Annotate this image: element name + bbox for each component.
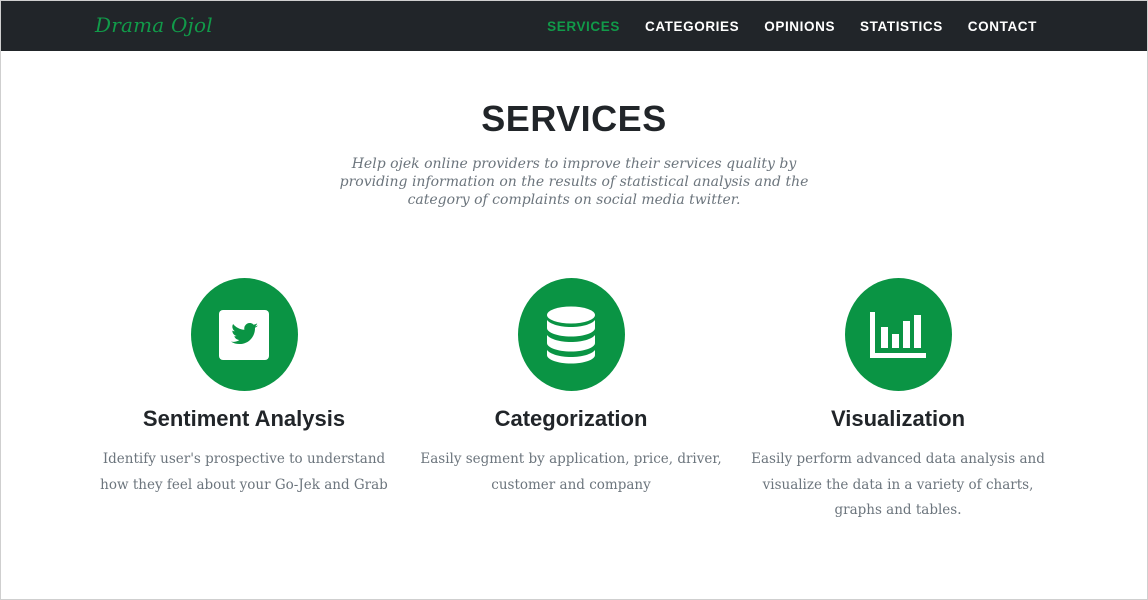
database-icon bbox=[547, 306, 595, 363]
nav-link-categories[interactable]: CATEGORIES bbox=[645, 19, 739, 34]
service-card-visualization: Visualization Easily perform advanced da… bbox=[738, 278, 1058, 524]
brand-logo-link[interactable]: Drama Ojol bbox=[95, 13, 213, 37]
nav-link-opinions[interactable]: OPINIONS bbox=[764, 19, 835, 34]
nav-links: SERVICES CATEGORIES OPINIONS STATISTICS … bbox=[547, 1, 1037, 51]
service-icon-circle bbox=[844, 278, 952, 391]
twitter-icon bbox=[219, 309, 269, 360]
service-description: Easily perform advanced data analysis an… bbox=[751, 451, 1045, 518]
service-icon-circle bbox=[517, 278, 625, 391]
service-description: Identify user's prospective to understan… bbox=[100, 451, 388, 493]
nav-link-services[interactable]: SERVICES bbox=[547, 19, 620, 34]
service-title: Visualization bbox=[830, 406, 966, 431]
service-title: Sentiment Analysis bbox=[142, 406, 346, 431]
service-icon-circle bbox=[190, 278, 298, 391]
service-description: Easily segment by application, price, dr… bbox=[420, 451, 722, 493]
service-card-categorization: Categorization Easily segment by applica… bbox=[411, 278, 731, 498]
service-card-sentiment: Sentiment Analysis Identify user's prosp… bbox=[84, 278, 404, 498]
nav-link-statistics[interactable]: STATISTICS bbox=[860, 19, 943, 34]
nav-link-contact[interactable]: CONTACT bbox=[968, 19, 1037, 34]
section-subheading: Help ojek online providers to improve th… bbox=[339, 156, 809, 208]
service-title: Categorization bbox=[494, 406, 648, 431]
bar-chart-icon bbox=[870, 311, 926, 358]
section-heading: SERVICES bbox=[481, 98, 667, 139]
top-navbar: Drama Ojol SERVICES CATEGORIES OPINIONS … bbox=[1, 1, 1147, 51]
page-frame: Drama Ojol SERVICES CATEGORIES OPINIONS … bbox=[0, 0, 1148, 600]
